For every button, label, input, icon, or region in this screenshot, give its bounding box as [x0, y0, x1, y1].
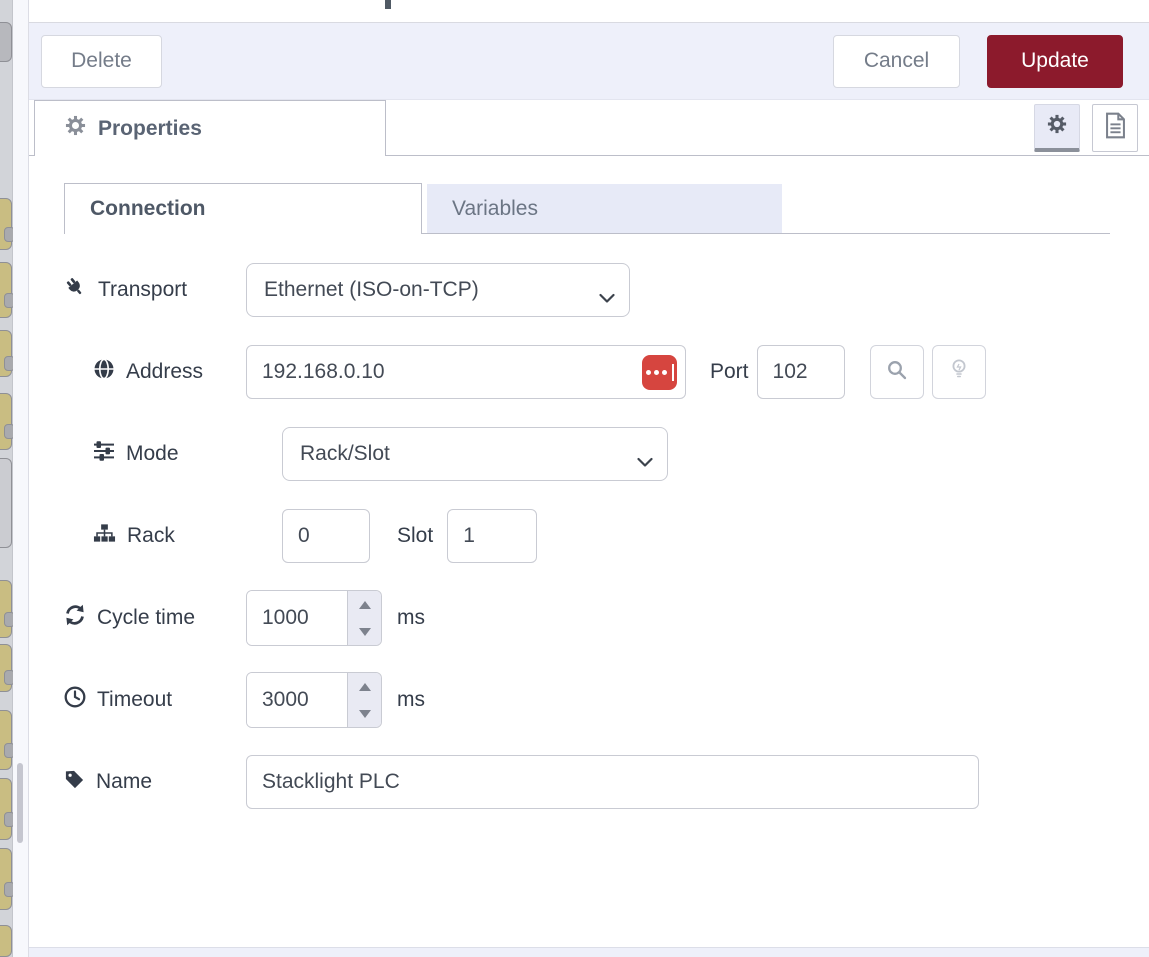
edit-description-button[interactable] — [1092, 104, 1138, 152]
chevron-down-icon — [637, 450, 653, 474]
transport-select-value: Ethernet (ISO-on-TCP) — [264, 278, 479, 302]
gear-icon — [1047, 114, 1067, 139]
tab-connection-label: Connection — [90, 197, 206, 221]
mode-row: Mode Rack/Slot — [64, 426, 1110, 482]
tab-connection[interactable]: Connection — [64, 183, 422, 234]
address-row: Address Port — [64, 344, 1110, 400]
header-icon-buttons — [1034, 104, 1138, 152]
screen: Delete Cancel Update Properties — [0, 0, 1149, 957]
plug-icon — [64, 276, 87, 305]
refresh-icon — [64, 604, 86, 632]
name-input[interactable] — [246, 755, 979, 809]
cycle-time-unit: ms — [397, 606, 425, 630]
workspace-node-fragment — [0, 848, 12, 910]
workspace-node-fragment — [0, 778, 12, 840]
arrow-down-icon — [359, 628, 371, 636]
transport-select[interactable]: Ethernet (ISO-on-TCP) — [246, 263, 630, 317]
rack-label: Rack — [93, 523, 282, 549]
clock-icon — [64, 686, 86, 714]
search-icon — [886, 359, 908, 386]
update-button[interactable]: Update — [987, 35, 1123, 88]
password-autofill-icon[interactable] — [642, 355, 677, 390]
edit-properties-button[interactable] — [1034, 104, 1080, 152]
workspace-node-fragment — [0, 22, 12, 62]
rack-input[interactable] — [282, 509, 370, 563]
tab-variables-label: Variables — [452, 197, 538, 221]
tag-icon — [64, 769, 85, 796]
tab-variables[interactable]: Variables — [427, 184, 782, 234]
workspace-node-fragment — [0, 710, 12, 770]
stepper-buttons — [347, 673, 381, 727]
step-down-button[interactable] — [348, 618, 381, 645]
workspace-node-fragment — [0, 580, 12, 638]
port-label: Port — [710, 360, 749, 384]
tray-footer — [29, 947, 1149, 957]
cycle-time-row: Cycle time ms — [64, 590, 1110, 646]
cycle-time-label: Cycle time — [64, 604, 246, 632]
timeout-input[interactable] — [247, 673, 347, 727]
clipped-title-fragment — [385, 0, 391, 9]
editor-gutter — [13, 0, 28, 957]
hint-button[interactable] — [932, 345, 986, 399]
slot-label: Slot — [397, 524, 433, 548]
stepper-buttons — [347, 591, 381, 645]
workspace-node-fragment — [0, 330, 12, 377]
lightbulb-icon — [949, 358, 969, 387]
properties-tab-bar: Properties — [29, 100, 1149, 156]
workspace-node-fragment — [0, 262, 12, 318]
name-label: Name — [64, 769, 246, 796]
sliders-icon — [93, 440, 115, 468]
cancel-button[interactable]: Cancel — [833, 35, 960, 88]
dialog-content: Connection Variables Transport — [29, 156, 1149, 947]
workspace-node-fragment — [0, 925, 12, 957]
arrow-down-icon — [359, 710, 371, 718]
timeout-row: Timeout ms — [64, 672, 1110, 728]
slot-input[interactable] — [447, 509, 537, 563]
cycle-time-input[interactable] — [247, 591, 347, 645]
arrow-up-icon — [359, 601, 371, 609]
mode-label: Mode — [93, 440, 282, 468]
step-down-button[interactable] — [348, 700, 381, 727]
mode-select-value: Rack/Slot — [300, 442, 390, 466]
sitemap-icon — [93, 523, 116, 549]
address-input[interactable] — [246, 345, 686, 399]
rack-row: Rack Slot — [64, 508, 1110, 564]
delete-button[interactable]: Delete — [41, 35, 162, 88]
tab-properties[interactable]: Properties — [34, 100, 386, 156]
transport-label: Transport — [64, 276, 246, 305]
search-button[interactable] — [870, 345, 924, 399]
properties-tab-label: Properties — [98, 117, 202, 141]
transport-row: Transport Ethernet (ISO-on-TCP) — [64, 262, 1110, 318]
step-up-button[interactable] — [348, 673, 381, 700]
mode-select[interactable]: Rack/Slot — [282, 427, 668, 481]
workspace-canvas-sliver — [0, 0, 13, 957]
document-icon — [1103, 112, 1128, 144]
edit-node-dialog: Delete Cancel Update Properties — [28, 0, 1149, 957]
workspace-node-fragment — [0, 458, 12, 548]
step-up-button[interactable] — [348, 591, 381, 618]
scrollbar-thumb[interactable] — [17, 763, 23, 843]
workspace-node-fragment — [0, 198, 12, 250]
address-field-wrap — [246, 345, 686, 399]
dialog-titlebar — [29, 0, 1149, 23]
timeout-unit: ms — [397, 688, 425, 712]
workspace-node-fragment — [0, 644, 12, 692]
connection-variables-tab-bar: Connection Variables — [64, 183, 1110, 234]
arrow-up-icon — [359, 683, 371, 691]
gear-icon — [65, 115, 86, 142]
chevron-down-icon — [599, 286, 615, 310]
name-row: Name — [64, 754, 1110, 810]
address-label: Address — [93, 358, 246, 386]
tray-header: Delete Cancel Update — [29, 23, 1149, 100]
timeout-stepper — [246, 672, 382, 728]
timeout-label: Timeout — [64, 686, 246, 714]
globe-icon — [93, 358, 115, 386]
connection-form: Transport Ethernet (ISO-on-TCP) — [64, 234, 1110, 810]
workspace-node-fragment — [0, 393, 12, 450]
port-input[interactable] — [757, 345, 845, 399]
cycle-time-stepper — [246, 590, 382, 646]
